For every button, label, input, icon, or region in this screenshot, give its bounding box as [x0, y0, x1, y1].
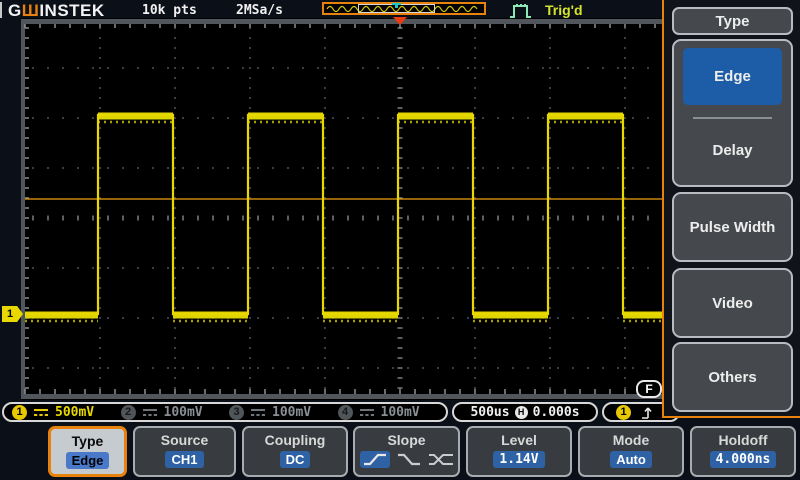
dc-coupling-icon	[142, 407, 158, 417]
channel-3-badge: 3	[229, 405, 244, 420]
softkey-slope-button[interactable]: Slope	[353, 426, 460, 477]
screen-edge-marker	[0, 2, 2, 18]
acquisition-readout: 10k pts	[142, 3, 197, 18]
fine-indicator-badge: F	[636, 380, 662, 398]
softkey-holdoff-value: 4.000ns	[710, 451, 777, 468]
softkey-type-value: Edge	[66, 452, 110, 469]
softkey-coupling-value: DC	[280, 451, 311, 468]
dc-coupling-icon	[359, 407, 375, 417]
horizontal-position-icon: H	[515, 406, 528, 419]
softkey-source-value: CH1	[165, 451, 203, 468]
dc-coupling-icon	[250, 407, 266, 417]
dc-coupling-icon	[33, 407, 49, 417]
softkey-coupling-button[interactable]: Coupling DC	[242, 426, 348, 477]
softkey-level-label: Level	[468, 432, 570, 448]
memory-bar	[322, 2, 486, 15]
trigger-status-label: Trig'd	[545, 2, 583, 18]
graticule-display	[21, 18, 662, 400]
rising-edge-trigger-icon	[641, 405, 654, 420]
channel-4-readout: 4 100mV	[338, 405, 447, 420]
softkey-slope-label: Slope	[355, 432, 458, 448]
softkey-mode-value: Auto	[610, 451, 652, 468]
slope-either-icon[interactable]	[428, 452, 454, 467]
trigger-source-badge: 1	[616, 405, 631, 420]
menu-option-delay[interactable]: Delay	[674, 135, 791, 165]
memory-trigger-marker-stem	[395, 5, 398, 8]
trigger-pulse-icon	[508, 2, 534, 19]
sample-rate-readout: 2MSa/s	[236, 3, 283, 18]
softkey-mode-label: Mode	[580, 432, 682, 448]
channel-4-scale-value: 100mV	[381, 405, 420, 420]
trigger-position-marker-icon	[393, 17, 407, 25]
softkey-source-label: Source	[135, 432, 234, 448]
channel1-ground-marker: 1	[2, 306, 23, 322]
softkey-mode-button[interactable]: Mode Auto	[578, 426, 684, 477]
menu-divider	[693, 117, 772, 119]
menu-option-others[interactable]: Others	[672, 342, 793, 412]
timebase-readout-box: 500us H 0.000s	[452, 402, 598, 422]
menu-header-type: Type	[672, 7, 793, 35]
softkey-holdoff-label: Holdoff	[692, 432, 794, 448]
channel1-ground-label: 1	[7, 308, 13, 320]
menu-option-video[interactable]: Video	[672, 268, 793, 338]
softkey-type-label: Type	[51, 433, 124, 449]
softkey-coupling-label: Coupling	[244, 432, 346, 448]
softkey-level-value: 1.14V	[493, 451, 544, 468]
softkey-level-button[interactable]: Level 1.14V	[466, 426, 572, 477]
trigger-type-menu: Type Edge Delay Pulse Width Video Others	[662, 0, 800, 418]
oscilloscope-screen: GШINSTEK 10k pts 2MSa/s Trig'd 1 F 1500m…	[0, 0, 800, 480]
horizontal-position-value: 0.000s	[533, 405, 580, 420]
logo-g: G	[8, 1, 22, 20]
menu-group-edge-delay: Edge Delay	[672, 39, 793, 187]
channel-1-badge: 1	[12, 405, 27, 420]
slope-rising-icon[interactable]	[360, 451, 390, 468]
slope-options	[355, 451, 458, 468]
channel-2-readout: 2 100mV	[121, 405, 230, 420]
channel-3-scale-value: 100mV	[272, 405, 311, 420]
channel-3-readout: 3 100mV	[229, 405, 338, 420]
softkey-source-button[interactable]: Source CH1	[133, 426, 236, 477]
timebase-value: 500us	[470, 405, 509, 420]
slope-falling-icon[interactable]	[397, 452, 421, 467]
menu-option-pulse-width[interactable]: Pulse Width	[672, 192, 793, 262]
channel-1-scale-value: 500mV	[55, 405, 94, 420]
channel-2-badge: 2	[121, 405, 136, 420]
menu-option-edge[interactable]: Edge	[683, 48, 782, 105]
channel-2-scale-value: 100mV	[164, 405, 203, 420]
channel-4-badge: 4	[338, 405, 353, 420]
softkey-type-button[interactable]: Type Edge	[48, 426, 127, 477]
softkey-holdoff-button[interactable]: Holdoff 4.000ns	[690, 426, 796, 477]
channel-readout-box: 1 500mV 2 100mV 3 100mV 4 100mV	[2, 402, 448, 422]
channel-1-readout: 1 500mV	[12, 405, 121, 420]
